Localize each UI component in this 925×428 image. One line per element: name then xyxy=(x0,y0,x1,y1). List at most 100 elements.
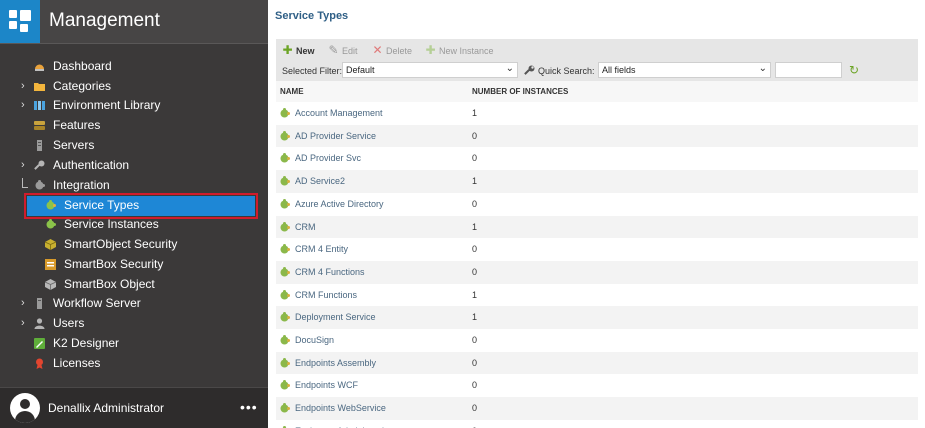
table-row[interactable]: Azure Active Directory 0 xyxy=(276,193,918,216)
table-row[interactable]: AD Service2 1 xyxy=(276,170,918,193)
puzzle-icon xyxy=(280,244,290,254)
service-type-name[interactable]: AD Provider Svc xyxy=(295,153,361,163)
table-row[interactable]: Endpoints WCF 0 xyxy=(276,374,918,397)
service-type-name[interactable]: CRM 4 Entity xyxy=(295,244,348,254)
new-button[interactable]: ✚ New xyxy=(282,43,315,57)
sidebar-item-users[interactable]: › Users xyxy=(0,314,268,333)
cube-icon xyxy=(45,239,56,250)
sidebar-item-workflow-server[interactable]: › Workflow Server xyxy=(0,294,268,313)
sidebar-item-label: Servers xyxy=(53,138,95,152)
new-instance-button[interactable]: ✚ New Instance xyxy=(425,43,494,57)
service-type-name[interactable]: Endpoints WCF xyxy=(295,380,358,390)
selected-filter-dropdown[interactable]: Default ⌄ xyxy=(342,62,518,78)
delete-button[interactable]: ✕ Delete xyxy=(372,43,412,57)
table-row[interactable]: AD Provider Service 0 xyxy=(276,124,918,148)
sidebar-item-service-types[interactable]: Service Types xyxy=(24,193,258,219)
sidebar: Management Dashboard › Categories › Envi… xyxy=(0,0,268,428)
sidebar-item-smartobject-security[interactable]: SmartObject Security xyxy=(0,235,268,254)
avatar[interactable] xyxy=(10,393,40,423)
column-header-number-of-instances[interactable]: NUMBER OF INSTANCES xyxy=(472,87,568,96)
selected-filter-value: Default xyxy=(346,65,375,75)
table-row[interactable]: Account Management 1 xyxy=(276,102,918,125)
table-row[interactable]: CRM 1 xyxy=(276,215,918,239)
features-icon xyxy=(34,121,45,130)
sidebar-item-label: Licenses xyxy=(53,356,101,370)
chevron-down-icon: ⌄ xyxy=(758,63,767,74)
quick-search-label: Quick Search: xyxy=(538,66,595,76)
puzzle-icon xyxy=(280,221,290,231)
sidebar-item-label: Environment Library xyxy=(53,98,161,112)
service-type-name[interactable]: CRM xyxy=(295,222,316,232)
refresh-icon[interactable]: ↻ xyxy=(849,63,859,77)
table-row[interactable]: DocuSign 0 xyxy=(276,329,918,352)
instance-count: 0 xyxy=(472,380,478,391)
chevron-right-icon[interactable]: › xyxy=(21,314,29,333)
chevron-right-icon[interactable]: › xyxy=(21,96,29,115)
main-panel: Service Types ✚ New ✎ Edit ✕ Delete ✚ New In… xyxy=(268,0,925,428)
table-row[interactable]: CRM Functions 1 xyxy=(276,284,918,307)
sidebar-item-label: Integration xyxy=(53,178,110,192)
edit-button[interactable]: ✎ Edit xyxy=(328,43,357,57)
table-row[interactable]: CRM 4 Functions 0 xyxy=(276,260,918,284)
service-type-name[interactable]: Azure Active Directory xyxy=(295,199,384,209)
quick-search-input[interactable] xyxy=(775,62,842,78)
sidebar-item-environment-library[interactable]: › Environment Library xyxy=(0,96,268,115)
collapse-icon[interactable] xyxy=(22,178,28,188)
service-type-name[interactable]: Endpoints Assembly xyxy=(295,358,376,368)
service-type-name[interactable]: CRM Functions xyxy=(295,290,357,300)
designer-icon xyxy=(34,338,45,349)
service-type-name[interactable]: DocuSign xyxy=(295,335,334,345)
key-icon xyxy=(34,160,45,170)
sidebar-item-service-instances[interactable]: Service Instances xyxy=(0,215,268,234)
sidebar-item-label: Service Types xyxy=(64,198,140,212)
service-type-name[interactable]: Account Management xyxy=(295,108,383,118)
instance-count: 1 xyxy=(472,221,478,232)
folder-icon xyxy=(34,83,45,91)
chevron-right-icon[interactable]: › xyxy=(21,156,29,175)
chevron-right-icon[interactable]: › xyxy=(21,294,29,313)
table-row[interactable]: Exchange Administration0 xyxy=(276,420,918,428)
puzzle-icon xyxy=(280,108,290,118)
grid-header: NAME NUMBER OF INSTANCES xyxy=(276,81,918,102)
sidebar-item-smartbox-object[interactable]: SmartBox Object xyxy=(0,275,268,294)
sidebar-item-servers[interactable]: Servers xyxy=(0,136,268,155)
table-row[interactable]: AD Provider Svc 0 xyxy=(276,147,918,170)
table-row[interactable]: Endpoints Assembly 0 xyxy=(276,351,918,375)
sidebar-item-label: Service Instances xyxy=(64,217,159,231)
sidebar-item-licenses[interactable]: Licenses xyxy=(0,354,268,373)
sidebar-item-integration[interactable]: Integration xyxy=(0,176,268,195)
table-row[interactable]: Deployment Service 1 xyxy=(276,306,918,329)
new-instance-button-label: New Instance xyxy=(439,46,494,56)
service-type-name[interactable]: CRM 4 Functions xyxy=(295,267,365,277)
library-icon xyxy=(34,101,45,110)
puzzle-icon xyxy=(46,219,56,229)
smartbox-icon xyxy=(45,259,56,270)
new-button-label: New xyxy=(296,46,315,56)
chevron-down-icon: ⌄ xyxy=(505,63,514,74)
sidebar-item-authentication[interactable]: › Authentication xyxy=(0,156,268,175)
service-type-name[interactable]: AD Provider Service xyxy=(295,131,376,141)
chevron-right-icon[interactable]: › xyxy=(21,77,29,96)
puzzle-icon xyxy=(280,335,290,345)
sidebar-header: Management xyxy=(0,0,268,43)
sidebar-item-smartbox-security[interactable]: SmartBox Security xyxy=(0,255,268,274)
dashboard-icon xyxy=(35,64,44,71)
app-logo-icon[interactable] xyxy=(0,0,40,43)
sidebar-item-label: SmartBox Object xyxy=(64,277,155,291)
sidebar-item-features[interactable]: Features xyxy=(0,116,268,135)
puzzle-icon xyxy=(280,130,290,141)
more-options-button[interactable]: ••• xyxy=(240,399,258,415)
selected-filter-label: Selected Filter: xyxy=(282,66,343,76)
table-row[interactable]: CRM 4 Entity 0 xyxy=(276,238,918,261)
sidebar-item-categories[interactable]: › Categories xyxy=(0,77,268,96)
service-type-name[interactable]: Deployment Service xyxy=(295,312,376,322)
instance-count: 0 xyxy=(472,130,478,141)
sidebar-item-k2-designer[interactable]: K2 Designer xyxy=(0,334,268,353)
table-row[interactable]: Endpoints WebService 0 xyxy=(276,397,918,420)
quick-search-field-dropdown[interactable]: All fields ⌄ xyxy=(598,62,771,78)
sidebar-item-dashboard[interactable]: Dashboard xyxy=(0,57,268,76)
app-window: Management Dashboard › Categories › Envi… xyxy=(0,0,925,428)
service-type-name[interactable]: Endpoints WebService xyxy=(295,403,386,413)
service-type-name[interactable]: AD Service2 xyxy=(295,176,345,186)
column-header-name[interactable]: NAME xyxy=(280,87,304,96)
